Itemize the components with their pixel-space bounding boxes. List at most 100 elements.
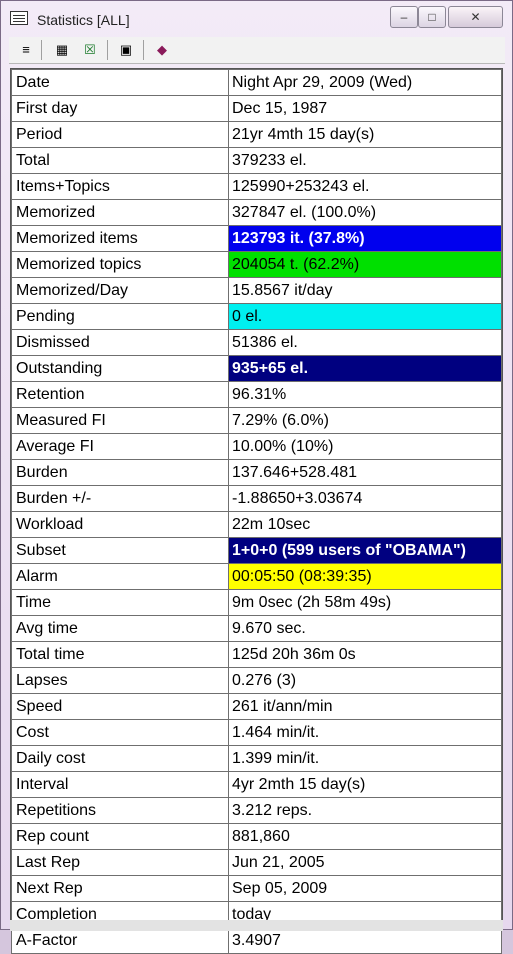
calendar-icon[interactable]: ▦ [53,41,71,59]
stat-value: 137.646+528.481 [228,459,502,486]
table-row[interactable]: Measured FI 7.29% (6.0%) [11,407,502,434]
table-row[interactable]: Pending 0 el. [11,303,502,330]
excel-icon[interactable]: ☒ [81,41,99,59]
table-row[interactable]: A-Factor 3.4907 [11,927,502,954]
stat-label: Interval [11,771,229,798]
table-row[interactable]: Rep count 881,860 [11,823,502,850]
table-row[interactable]: Avg time 9.670 sec. [11,615,502,642]
toolbar-separator [107,40,108,60]
stat-label: Items+Topics [11,173,229,200]
stat-label: A-Factor [11,927,229,954]
table-row[interactable]: Next Rep Sep 05, 2009 [11,875,502,902]
app-icon [10,11,28,25]
table-row[interactable]: Speed 261 it/ann/min [11,693,502,720]
stat-label: Rep count [11,823,229,850]
table-row[interactable]: Memorized/Day 15.8567 it/day [11,277,502,304]
stat-value: 0.276 (3) [228,667,502,694]
stat-value: 125990+253243 el. [228,173,502,200]
title-bar[interactable]: Statistics [ALL] – □ ✕ [1,1,512,35]
stat-value: 51386 el. [228,329,502,356]
table-row[interactable]: Alarm 00:05:50 (08:39:35) [11,563,502,590]
stat-value: 9.670 sec. [228,615,502,642]
table-row[interactable]: Burden +/- -1.88650+3.03674 [11,485,502,512]
stat-value: Night Apr 29, 2009 (Wed) [228,69,502,96]
table-row[interactable]: Daily cost 1.399 min/it. [11,745,502,772]
stat-label: Total [11,147,229,174]
table-row[interactable]: Memorized topics 204054 t. (62.2%) [11,251,502,278]
table-row[interactable]: Workload 22m 10sec [11,511,502,538]
table-row[interactable]: Cost 1.464 min/it. [11,719,502,746]
table-row[interactable]: Outstanding 935+65 el. [11,355,502,382]
stat-label: Burden [11,459,229,486]
stat-label: Repetitions [11,797,229,824]
stat-label: Period [11,121,229,148]
table-row[interactable]: Lapses 0.276 (3) [11,667,502,694]
close-button[interactable]: ✕ [448,6,503,28]
stat-label: Time [11,589,229,616]
stat-value: Sep 05, 2009 [228,875,502,902]
stat-value: 125d 20h 36m 0s [228,641,502,668]
table-row[interactable]: Date Night Apr 29, 2009 (Wed) [11,69,502,96]
stat-value: 7.29% (6.0%) [228,407,502,434]
statistics-table: Date Night Apr 29, 2009 (Wed) First day Dec… [10,68,503,954]
table-row[interactable]: Memorized 327847 el. (100.0%) [11,199,502,226]
toolbar: ≡ ▦ ☒ ▣ ◆ [9,37,505,64]
stat-label: Cost [11,719,229,746]
list-icon[interactable]: ≡ [17,41,35,59]
stat-label: Average FI [11,433,229,460]
stat-label: Burden +/- [11,485,229,512]
stat-label: Alarm [11,563,229,590]
stat-label: Lapses [11,667,229,694]
table-row[interactable]: Period 21yr 4mth 15 day(s) [11,121,502,148]
stat-label: Last Rep [11,849,229,876]
stat-label: Memorized/Day [11,277,229,304]
minimize-button[interactable]: – [390,6,418,28]
stat-value: -1.88650+3.03674 [228,485,502,512]
stat-value: 9m 0sec (2h 58m 49s) [228,589,502,616]
table-row[interactable]: Repetitions 3.212 reps. [11,797,502,824]
table-row[interactable]: Total 379233 el. [11,147,502,174]
stat-value: 3.4907 [228,927,502,954]
stat-value: 21yr 4mth 15 day(s) [228,121,502,148]
table-row[interactable]: Items+Topics 125990+253243 el. [11,173,502,200]
save-icon[interactable]: ▣ [117,41,135,59]
stat-value: 1.399 min/it. [228,745,502,772]
stat-label: Retention [11,381,229,408]
stat-value: Dec 15, 1987 [228,95,502,122]
table-row[interactable]: Last Rep Jun 21, 2005 [11,849,502,876]
stat-value: 1.464 min/it. [228,719,502,746]
table-row[interactable]: Time 9m 0sec (2h 58m 49s) [11,589,502,616]
stat-value: 96.31% [228,381,502,408]
table-row[interactable]: First day Dec 15, 1987 [11,95,502,122]
stat-label: Dismissed [11,329,229,356]
stat-value: 10.00% (10%) [228,433,502,460]
stat-label: Total time [11,641,229,668]
table-row[interactable]: Dismissed 51386 el. [11,329,502,356]
table-row[interactable]: Total time 125d 20h 36m 0s [11,641,502,668]
maximize-button[interactable]: □ [418,6,446,28]
table-row[interactable]: Retention 96.31% [11,381,502,408]
stat-label: Speed [11,693,229,720]
stat-label: Workload [11,511,229,538]
stat-label: Avg time [11,615,229,642]
stat-value: 261 it/ann/min [228,693,502,720]
window-title: Statistics [ALL] [37,12,130,28]
stat-label: Memorized [11,199,229,226]
book-icon[interactable]: ◆ [153,41,171,59]
stat-value: 327847 el. (100.0%) [228,199,502,226]
table-row[interactable]: Burden 137.646+528.481 [11,459,502,486]
stat-value: 00:05:50 (08:39:35) [228,563,502,590]
stat-value: 4yr 2mth 15 day(s) [228,771,502,798]
stat-value: 379233 el. [228,147,502,174]
table-row[interactable]: Average FI 10.00% (10%) [11,433,502,460]
table-row[interactable]: Interval 4yr 2mth 15 day(s) [11,771,502,798]
stat-value: 204054 t. (62.2%) [228,251,502,278]
toolbar-separator [143,40,144,60]
toolbar-separator [41,40,42,60]
stat-label: Outstanding [11,355,229,382]
table-row[interactable]: Memorized items 123793 it. (37.8%) [11,225,502,252]
table-row[interactable]: Subset 1+0+0 (599 users of "OBAMA") [11,537,502,564]
stat-label: Memorized topics [11,251,229,278]
stat-label: Date [11,69,229,96]
stat-label: Measured FI [11,407,229,434]
